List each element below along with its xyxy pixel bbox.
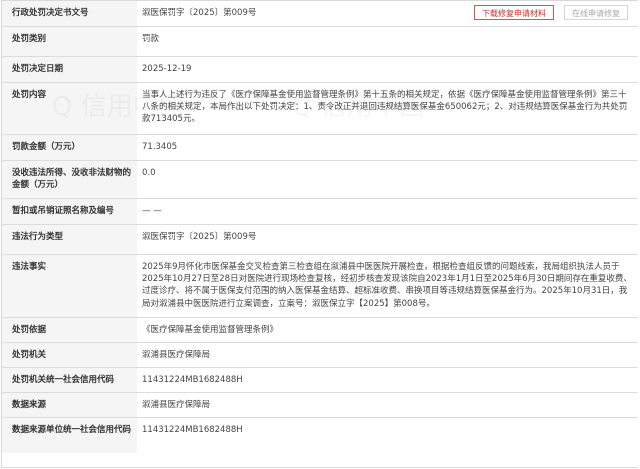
- label-fine-amount: 罚款金额（万元）: [2, 135, 137, 160]
- online-repair-application-button[interactable]: 在线申请修复: [564, 5, 628, 20]
- label-penalty-content: 处罚内容: [2, 83, 137, 134]
- label-confiscation-amount: 没收违法所得、没收非法财物的金额（万元）: [2, 161, 137, 198]
- value-violation-facts: 2025年9月怀化市医保基金交叉检查第三检查组在溆浦县中医医院开展检查，根据检查…: [142, 262, 632, 309]
- value-confiscation-amount: 0.0: [142, 168, 156, 178]
- label-decision-date: 处罚决定日期: [2, 57, 137, 82]
- penalty-detail-table: 行政处罚决定书文号 溆医保罚字〔2025〕第009号 下载修复申请材料 在线申请…: [1, 0, 638, 468]
- label-document-number: 行政处罚决定书文号: [2, 1, 137, 26]
- value-penalty-content: 当事人上述行为违反了《医疗保障基金使用监督管理条例》第十五条的相关规定，依据《医…: [142, 90, 628, 125]
- row-fine-amount: 罚款金额（万元） 71.3405: [2, 135, 638, 161]
- row-violation-type: 违法行为类型 溆医保罚字〔2025〕第009号: [2, 225, 638, 255]
- repair-actions: 下载修复申请材料 在线申请修复: [474, 5, 628, 20]
- row-penalty-authority: 处罚机关 溆浦县医疗保障局: [2, 343, 638, 368]
- row-source-credit-code: 数据来源单位统一社会信用代码 11431224MB1682488H: [2, 418, 638, 453]
- row-authority-credit-code: 处罚机关统一社会信用代码 11431224MB1682488H: [2, 368, 638, 393]
- value-penalty-category: 罚款: [142, 34, 160, 44]
- value-penalty-basis: 《医疗保障基金使用监督管理条例》: [142, 325, 279, 335]
- row-confiscation-amount: 没收违法所得、没收非法财物的金额（万元） 0.0: [2, 161, 638, 199]
- value-decision-date: 2025-12-19: [142, 64, 192, 74]
- label-violation-type: 违法行为类型: [2, 225, 137, 254]
- label-license-suspension: 暂扣或吊销证照名称及编号: [2, 199, 137, 224]
- row-penalty-content: 处罚内容 当事人上述行为违反了《医疗保障基金使用监督管理条例》第十五条的相关规定…: [2, 83, 638, 135]
- label-penalty-authority: 处罚机关: [2, 343, 137, 367]
- row-decision-date: 处罚决定日期 2025-12-19: [2, 57, 638, 83]
- value-violation-type: 溆医保罚字〔2025〕第009号: [142, 232, 257, 242]
- label-source-credit-code: 数据来源单位统一社会信用代码: [2, 418, 137, 453]
- row-document-number: 行政处罚决定书文号 溆医保罚字〔2025〕第009号 下载修复申请材料 在线申请…: [2, 1, 638, 27]
- value-source-credit-code: 11431224MB1682488H: [142, 425, 243, 435]
- row-penalty-category: 处罚类别 罚款: [2, 27, 638, 57]
- label-violation-facts: 违法事实: [2, 255, 137, 317]
- document-number-text: 溆医保罚字〔2025〕第009号: [142, 8, 257, 18]
- value-fine-amount: 71.3405: [142, 142, 178, 152]
- row-data-source: 数据来源 溆浦县医疗保障局: [2, 393, 638, 418]
- row-license-suspension: 暂扣或吊销证照名称及编号 — —: [2, 199, 638, 225]
- download-repair-materials-button[interactable]: 下载修复申请材料: [474, 5, 554, 20]
- value-penalty-authority: 溆浦县医疗保障局: [142, 350, 211, 360]
- value-document-number: 溆医保罚字〔2025〕第009号 下载修复申请材料 在线申请修复: [137, 1, 638, 26]
- label-data-source: 数据来源: [2, 393, 137, 417]
- row-violation-facts: 违法事实 2025年9月怀化市医保基金交叉检查第三检查组在溆浦县中医医院开展检查…: [2, 255, 638, 318]
- value-authority-credit-code: 11431224MB1682488H: [142, 375, 243, 385]
- label-penalty-category: 处罚类别: [2, 27, 137, 56]
- label-penalty-basis: 处罚依据: [2, 318, 137, 342]
- label-authority-credit-code: 处罚机关统一社会信用代码: [2, 368, 137, 392]
- value-data-source: 溆浦县医疗保障局: [142, 400, 211, 410]
- value-license-suspension: — —: [142, 206, 162, 216]
- row-penalty-basis: 处罚依据 《医疗保障基金使用监督管理条例》: [2, 318, 638, 343]
